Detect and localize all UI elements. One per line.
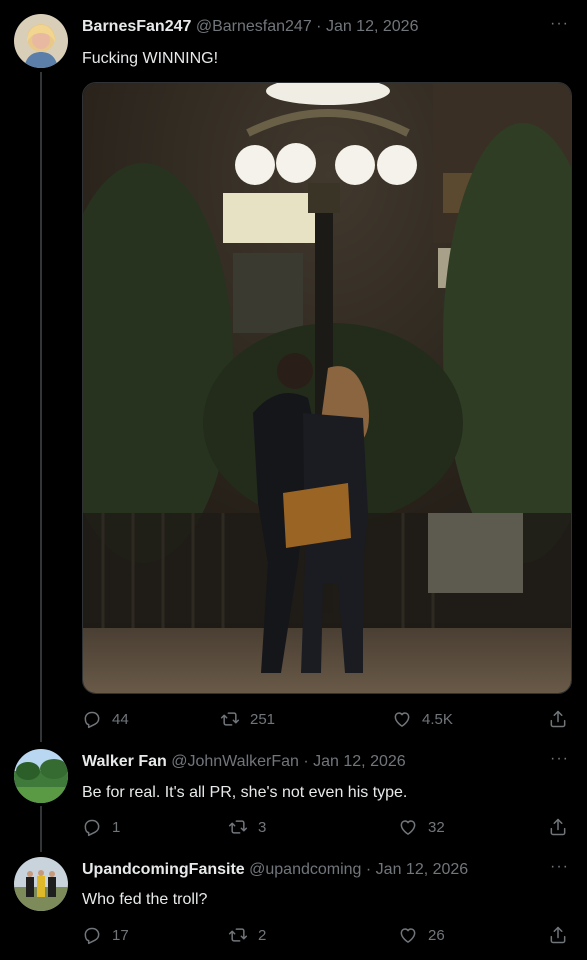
reply-icon: [82, 925, 102, 945]
reply-icon: [82, 709, 102, 729]
retweet-icon: [228, 817, 248, 837]
like-button[interactable]: 26: [398, 925, 445, 945]
retweet-button[interactable]: 3: [228, 817, 266, 837]
display-name[interactable]: BarnesFan247: [82, 18, 191, 35]
tweet-text: Be for real. It's all PR, she's not even…: [82, 784, 408, 801]
retweet-icon: [228, 925, 248, 945]
reply-button[interactable]: 44: [82, 709, 129, 729]
heart-icon: [392, 709, 412, 729]
tweet-photo[interactable]: [82, 82, 572, 694]
tweet-text: Who fed the troll?: [82, 891, 208, 908]
display-name[interactable]: UpandcomingFansite: [82, 861, 245, 878]
reply-count: 17: [112, 926, 129, 944]
tweet-header: Walker Fan @JohnWalkerFan · Jan 12, 2026: [82, 753, 406, 771]
avatar[interactable]: [14, 14, 68, 68]
handle[interactable]: @Barnesfan247: [196, 18, 312, 35]
heart-icon: [398, 817, 418, 837]
avatar[interactable]: [14, 749, 68, 803]
reply-button[interactable]: 17: [82, 925, 129, 945]
avatar[interactable]: [14, 857, 68, 911]
timestamp[interactable]: Jan 12, 2026: [326, 18, 419, 35]
share-button[interactable]: [548, 925, 568, 945]
tweet-actions: 17 2 26: [82, 925, 572, 947]
share-button[interactable]: [548, 817, 568, 837]
more-icon[interactable]: ···: [550, 750, 569, 768]
more-icon[interactable]: ···: [550, 858, 569, 876]
reply-icon: [82, 817, 102, 837]
tweet-text: Fucking WINNING!: [82, 50, 219, 67]
reply-count: 44: [112, 710, 129, 728]
tweet-header: UpandcomingFansite @upandcoming · Jan 12…: [82, 861, 468, 879]
tweet-actions: 44 251 4.5K: [82, 709, 572, 731]
share-icon: [548, 925, 568, 945]
like-count: 26: [428, 926, 445, 944]
display-name[interactable]: Walker Fan: [82, 753, 167, 770]
like-button[interactable]: 32: [398, 817, 445, 837]
like-button[interactable]: 4.5K: [392, 709, 453, 729]
reply-count: 1: [112, 818, 121, 836]
tweet-header: BarnesFan247 @Barnesfan247 · Jan 12, 202…: [82, 18, 418, 36]
handle[interactable]: @JohnWalkerFan: [171, 753, 299, 770]
retweet-count: 251: [250, 710, 276, 728]
handle[interactable]: @upandcoming: [249, 861, 361, 878]
reply-button[interactable]: 1: [82, 817, 120, 837]
timestamp[interactable]: Jan 12, 2026: [376, 861, 469, 878]
tweet-actions: 1 3 32: [82, 817, 572, 839]
separator: ·: [361, 861, 376, 878]
share-button[interactable]: [548, 709, 568, 729]
heart-icon: [398, 925, 418, 945]
tweet[interactable]: Walker Fan @JohnWalkerFan · Jan 12, 2026…: [0, 745, 587, 853]
like-count: 32: [428, 818, 445, 836]
retweet-button[interactable]: 2: [228, 925, 266, 945]
separator: ·: [311, 18, 326, 35]
share-icon: [548, 709, 568, 729]
retweet-count: 2: [258, 926, 267, 944]
like-count: 4.5K: [422, 710, 453, 728]
retweet-button[interactable]: 251: [220, 709, 275, 729]
tweet[interactable]: BarnesFan247 @Barnesfan247 · Jan 12, 202…: [0, 0, 587, 745]
retweet-count: 3: [258, 818, 267, 836]
more-icon[interactable]: ···: [550, 15, 569, 33]
timestamp[interactable]: Jan 12, 2026: [313, 753, 406, 770]
separator: ·: [298, 753, 314, 770]
tweet[interactable]: UpandcomingFansite @upandcoming · Jan 12…: [0, 853, 587, 960]
share-icon: [548, 817, 568, 837]
retweet-icon: [220, 709, 240, 729]
